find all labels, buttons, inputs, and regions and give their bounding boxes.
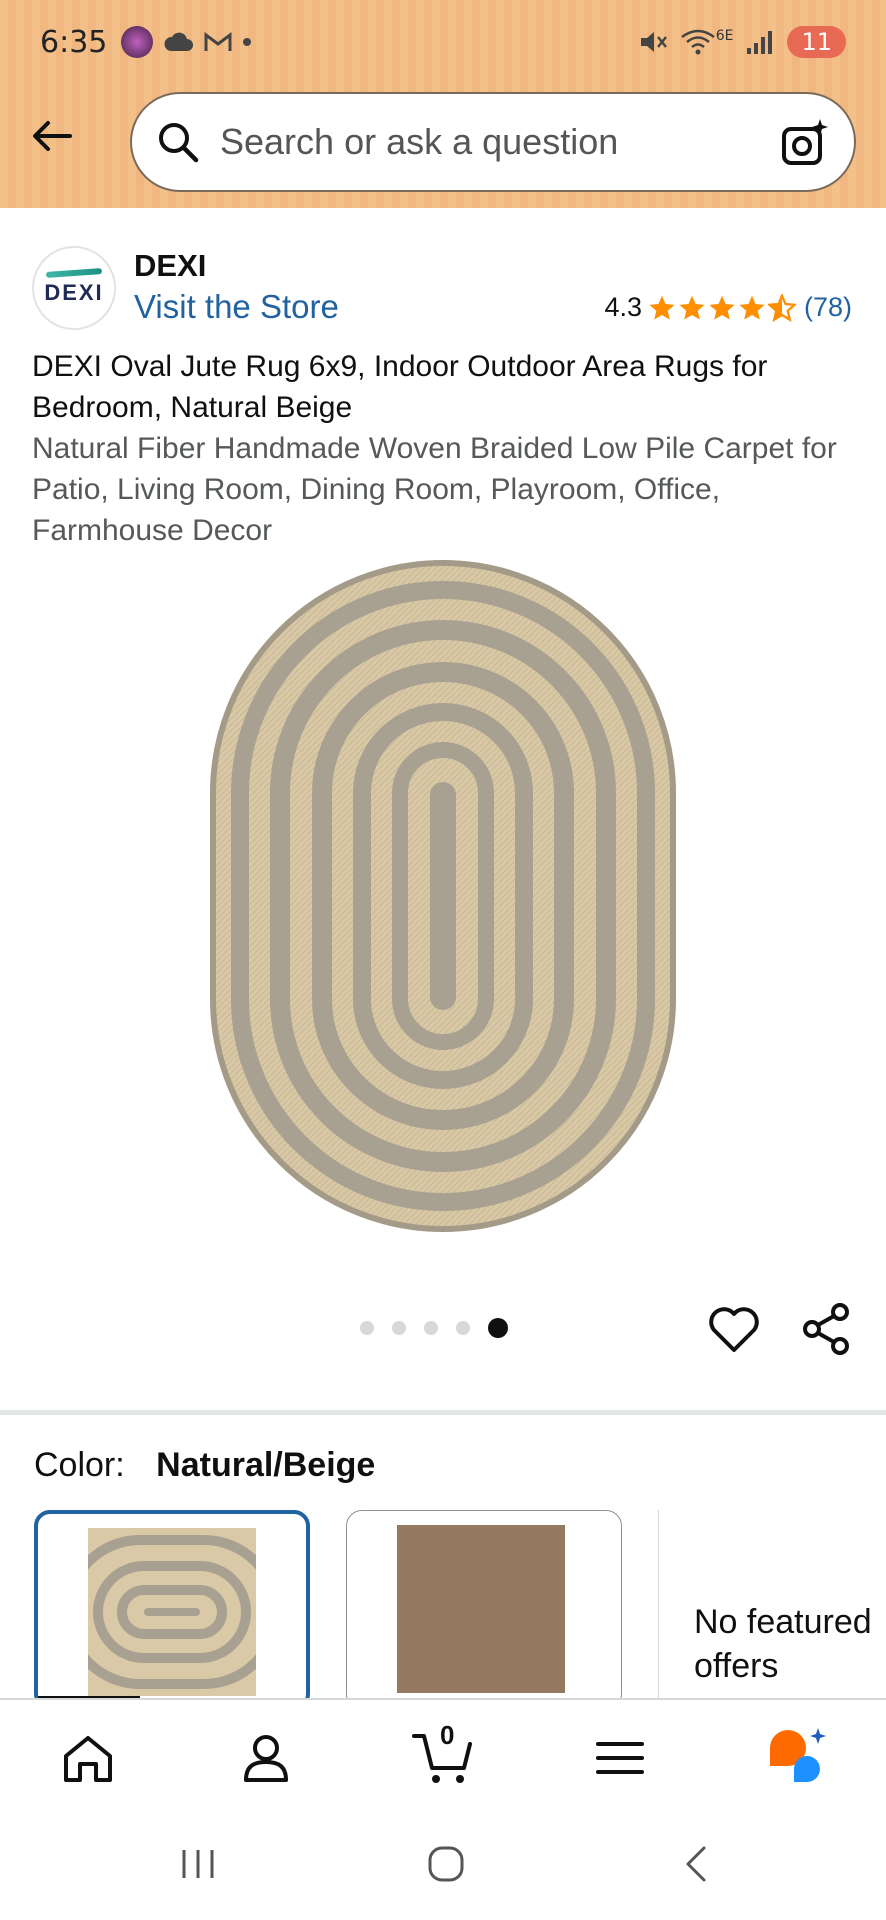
recent-apps-icon[interactable] <box>178 1844 218 1884</box>
swatch-divider <box>658 1510 659 1700</box>
color-swatch-brown[interactable] <box>346 1510 622 1710</box>
status-bar: 6:35 6E 11 <box>40 18 846 66</box>
camera-lens-icon[interactable] <box>780 117 830 167</box>
star-rating <box>648 293 796 322</box>
rating-summary[interactable]: 4.3 (78) <box>604 292 852 323</box>
product-subtitle: Natural Fiber Handmade Woven Braided Low… <box>32 432 837 547</box>
brand-logo[interactable]: DEXI <box>32 246 116 330</box>
app-header: 6:35 6E 11 <box>0 0 886 208</box>
system-navigation-bar <box>0 1810 886 1920</box>
rufus-assistant-icon[interactable] <box>764 1726 830 1786</box>
account-icon[interactable] <box>238 1730 294 1786</box>
home-icon[interactable] <box>60 1730 116 1786</box>
search-icon <box>159 123 199 163</box>
wifi-icon <box>680 29 715 55</box>
network-type: 6E <box>715 28 734 44</box>
logo-swoosh <box>45 268 103 278</box>
app-notification-icon <box>121 26 154 58</box>
product-image[interactable] <box>210 560 676 1232</box>
back-system-icon[interactable] <box>678 1844 718 1884</box>
battery-indicator: 11 <box>787 26 846 58</box>
carousel-dot-active[interactable] <box>488 1318 508 1338</box>
section-divider <box>0 1410 886 1415</box>
home-system-icon[interactable] <box>426 1844 466 1884</box>
bottom-navigation: 0 <box>0 1698 886 1810</box>
share-icon[interactable] <box>800 1302 852 1356</box>
color-value: Natural/Beige <box>156 1446 376 1484</box>
carousel-dot[interactable] <box>392 1321 406 1335</box>
color-swatch-natural-beige[interactable] <box>34 1510 310 1710</box>
swatch-image-oval-rug <box>88 1528 256 1696</box>
gmail-icon <box>204 32 232 51</box>
system-icons: 6E 11 <box>638 26 846 58</box>
search-bar[interactable] <box>130 92 856 192</box>
swatch-image-brown-rug <box>397 1525 565 1693</box>
brand-name: DEXI <box>134 248 207 283</box>
rating-value: 4.3 <box>604 292 642 322</box>
visit-store-link[interactable]: Visit the Store <box>134 288 339 326</box>
menu-icon[interactable] <box>592 1730 648 1786</box>
cart-count: 0 <box>440 1720 455 1750</box>
status-time: 6:35 <box>40 24 108 60</box>
star-full-icon <box>679 295 705 320</box>
star-full-icon <box>739 295 765 320</box>
search-input[interactable] <box>220 121 780 163</box>
carousel-dot[interactable] <box>360 1321 374 1335</box>
carousel-dot[interactable] <box>424 1321 438 1335</box>
star-full-icon <box>649 295 675 320</box>
color-label: Color: <box>34 1446 125 1484</box>
product-title: DEXI Oval Jute Rug 6x9, Indoor Outdoor A… <box>32 350 768 424</box>
star-full-icon <box>709 295 735 320</box>
signal-icon <box>747 31 773 54</box>
back-arrow-icon[interactable] <box>28 112 76 160</box>
star-half-icon <box>767 293 796 322</box>
rating-count: (78) <box>803 292 852 322</box>
carousel-indicator <box>360 1318 508 1338</box>
no-featured-offers-text: No featured offers <box>694 1603 872 1685</box>
cloud-icon <box>164 32 194 51</box>
more-dot-icon <box>243 38 252 46</box>
logo-text: DEXI <box>44 280 104 305</box>
heart-icon[interactable] <box>708 1306 760 1354</box>
carousel-dot[interactable] <box>456 1321 470 1335</box>
mute-icon <box>640 32 667 52</box>
notification-icons <box>121 26 252 58</box>
color-selection-label: Color: Natural/Beige <box>34 1446 375 1485</box>
